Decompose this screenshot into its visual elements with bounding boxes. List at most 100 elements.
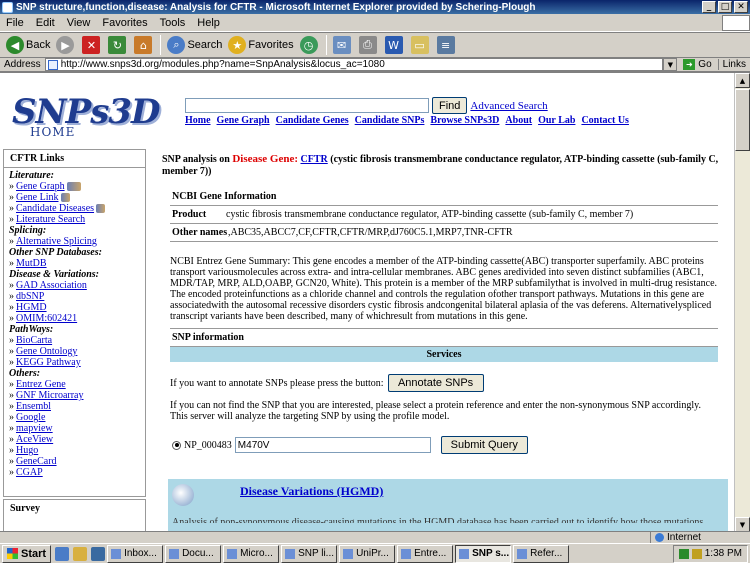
menu-help[interactable]: Help <box>191 17 226 29</box>
go-arrow-icon: ➜ <box>683 59 696 70</box>
app-icon <box>459 548 470 559</box>
app-icon <box>169 548 180 559</box>
nav-contact-us[interactable]: Contact Us <box>581 115 629 126</box>
scroll-down-icon[interactable]: ▼ <box>735 517 750 531</box>
sidebar-item-omim[interactable]: » OMIM:602421 <box>9 313 140 324</box>
back-label: Back <box>26 39 51 51</box>
windows-logo-icon <box>722 14 750 31</box>
address-dropdown-icon[interactable]: ▼ <box>663 58 678 71</box>
sidebar-item-literature-search[interactable]: » Literature Search <box>9 214 140 225</box>
vertical-scrollbar[interactable]: ▲ ▼ <box>734 73 750 531</box>
task-reference[interactable]: Refer... <box>513 544 570 563</box>
outlook-quicklaunch-icon[interactable] <box>73 546 88 561</box>
sidebar-item-entrez-gene[interactable]: » Entrez Gene <box>9 379 140 390</box>
nav-candidate-snps[interactable]: Candidate SNPs <box>355 115 425 126</box>
folder-icon: ▭ <box>410 36 429 54</box>
task-uniprot[interactable]: UniPr... <box>339 544 396 563</box>
status-bar: Internet <box>0 531 750 543</box>
nav-browse-snps3d[interactable]: Browse SNPs3D <box>430 115 499 126</box>
minimize-button[interactable]: _ <box>702 1 716 13</box>
sidebar-item-alternative-splicing[interactable]: » Alternative Splicing <box>9 236 140 247</box>
nav-candidate-genes[interactable]: Candidate Genes <box>276 115 349 126</box>
stop-icon: ✕ <box>82 36 101 54</box>
forward-button[interactable]: ▶ <box>53 34 79 56</box>
discuss-button[interactable]: ▭ <box>408 34 434 56</box>
snp-input[interactable]: M470V <box>234 437 431 453</box>
edit-button[interactable]: W <box>382 34 408 56</box>
go-button[interactable]: ➜ Go <box>677 59 717 70</box>
sidebar-item-kegg-pathway[interactable]: » KEGG Pathway <box>9 357 140 368</box>
zone-label: Internet <box>667 532 701 543</box>
task-document[interactable]: Docu... <box>165 544 222 563</box>
nav-our-lab[interactable]: Our Lab <box>538 115 575 126</box>
sidebar-item-mapview[interactable]: » mapview <box>9 423 140 434</box>
scroll-thumb[interactable] <box>735 89 750 151</box>
sidebar-item-biocarta[interactable]: » BioCarta <box>9 335 140 346</box>
sidebar-item-cgap[interactable]: » CGAP <box>9 467 140 478</box>
task-snp-structure[interactable]: SNP s... <box>455 544 512 563</box>
scroll-up-icon[interactable]: ▲ <box>735 73 750 88</box>
mail-button[interactable]: ✉ <box>330 34 356 56</box>
network-icon <box>678 548 689 559</box>
task-microsoft[interactable]: Micro... <box>223 544 280 563</box>
home-button[interactable]: ⌂ <box>131 34 157 56</box>
sidebar-item-mutdb[interactable]: » MutDB <box>9 258 140 269</box>
messenger-button[interactable]: ≡ <box>434 34 460 56</box>
stop-button[interactable]: ✕ <box>79 34 105 56</box>
sidebar-item-gene-graph[interactable]: » Gene Graph <box>9 181 140 192</box>
window-title: SNP structure,function,disease: Analysis… <box>16 1 536 13</box>
task-inbox[interactable]: Inbox... <box>107 544 164 563</box>
search-label: Search <box>187 39 223 51</box>
start-button[interactable]: Start <box>2 544 52 563</box>
gene-link[interactable]: CFTR <box>301 154 328 165</box>
sidebar-item-aceview[interactable]: » AceView <box>9 434 140 445</box>
print-button[interactable]: ⎙ <box>356 34 382 56</box>
submit-query-button[interactable]: Submit Query <box>440 436 528 454</box>
advanced-search-link[interactable]: Advanced Search <box>470 100 547 112</box>
nav-home[interactable]: Home <box>185 115 211 126</box>
sidebar-item-hgmd[interactable]: » HGMD <box>9 302 140 313</box>
site-search-input[interactable] <box>185 98 429 113</box>
sidebar-item-dbsnp[interactable]: » dbSNP <box>9 291 140 302</box>
menu-file[interactable]: File <box>0 17 30 29</box>
sidebar-item-google[interactable]: » Google <box>9 412 140 423</box>
search-icon: ⌕ <box>167 36 186 54</box>
desktop-quicklaunch-icon[interactable] <box>91 546 106 561</box>
menu-view[interactable]: View <box>61 17 97 29</box>
product-label: Product <box>172 209 207 220</box>
annotate-snps-button[interactable]: Annotate SNPs <box>387 374 484 392</box>
nav-about[interactable]: About <box>505 115 532 126</box>
refresh-button[interactable]: ↻ <box>105 34 131 56</box>
menu-favorites[interactable]: Favorites <box>96 17 153 29</box>
hgmd-link[interactable]: Disease Variations (HGMD) <box>240 484 383 499</box>
sidebar-item-gad-association[interactable]: » GAD Association <box>9 280 140 291</box>
address-input[interactable]: http://www.snps3d.org/modules.php?name=S… <box>44 58 664 71</box>
sidebar-item-candidate-diseases[interactable]: » Candidate Diseases <box>9 203 140 214</box>
menu-edit[interactable]: Edit <box>30 17 61 29</box>
nav-gene-graph[interactable]: Gene Graph <box>217 115 270 126</box>
find-button[interactable]: Find <box>432 97 468 114</box>
search-button[interactable]: ⌕ Search <box>164 34 225 56</box>
sidebar-item-ensembl[interactable]: » Ensembl <box>9 401 140 412</box>
sidebar-item-genecard[interactable]: » GeneCard <box>9 456 140 467</box>
sidebar-item-hugo[interactable]: » Hugo <box>9 445 140 456</box>
ie-quicklaunch-icon[interactable] <box>55 546 70 561</box>
star-icon: ★ <box>228 36 247 54</box>
links-button[interactable]: Links <box>717 59 750 70</box>
back-button[interactable]: ◀ Back <box>3 34 53 56</box>
title-bar: SNP structure,function,disease: Analysis… <box>0 0 750 14</box>
menu-tools[interactable]: Tools <box>154 17 192 29</box>
services-header: Services <box>170 347 718 362</box>
task-snp-links[interactable]: SNP li... <box>281 544 338 563</box>
sidebar-item-gene-ontology[interactable]: » Gene Ontology <box>9 346 140 357</box>
protein-ref-radio[interactable] <box>172 440 181 450</box>
maximize-button[interactable]: □ <box>718 1 732 13</box>
close-button[interactable]: ✕ <box>734 1 748 13</box>
disease-thumbnail-icon <box>96 204 106 213</box>
history-button[interactable]: ◷ <box>297 34 323 56</box>
snps3d-logo[interactable]: SNPs3D HOME <box>12 95 160 139</box>
task-entrez[interactable]: Entre... <box>397 544 454 563</box>
sidebar-item-gnf-microarray[interactable]: » GNF Microarray <box>9 390 140 401</box>
favorites-button[interactable]: ★ Favorites <box>225 34 296 56</box>
sidebar-item-gene-link[interactable]: » Gene Link <box>9 192 140 203</box>
